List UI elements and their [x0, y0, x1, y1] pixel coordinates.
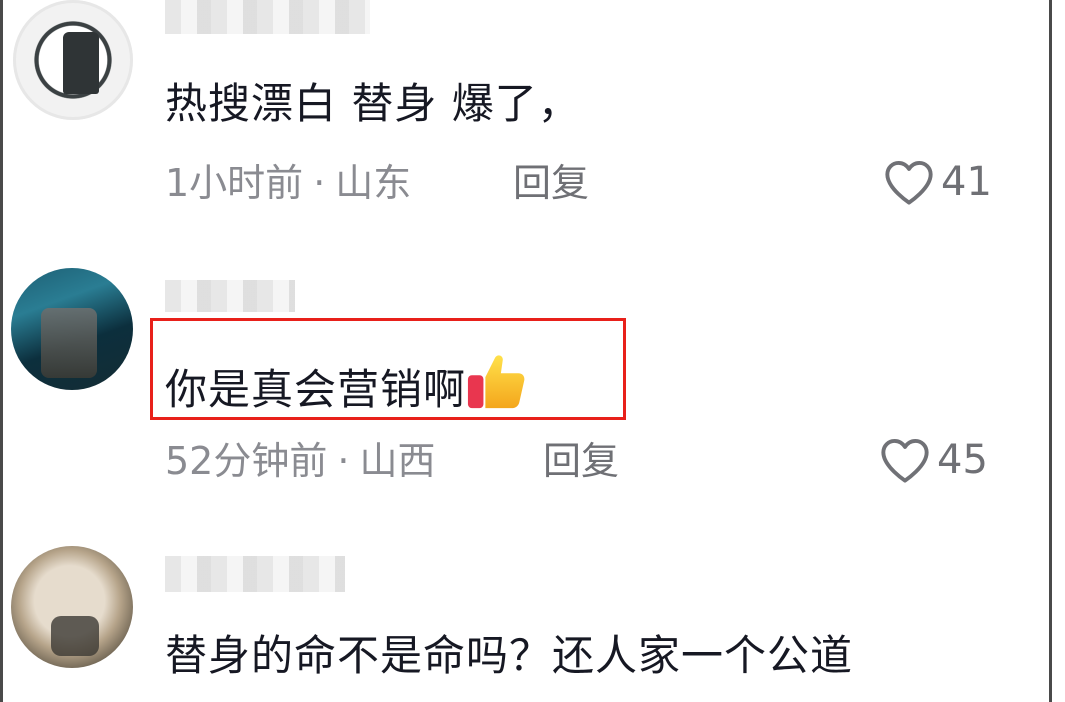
- username-blurred[interactable]: [165, 556, 345, 592]
- comment-list: 热搜漂白 替身 爆了， 1小时前 · 山东 回复 41 你是真会营销啊 52分钟…: [0, 0, 1052, 702]
- comment-item: 替身的命不是命吗？还人家一个公道: [3, 0, 1055, 702]
- comment-text: 替身的命不是命吗？还人家一个公道: [165, 631, 854, 680]
- avatar[interactable]: [11, 546, 133, 668]
